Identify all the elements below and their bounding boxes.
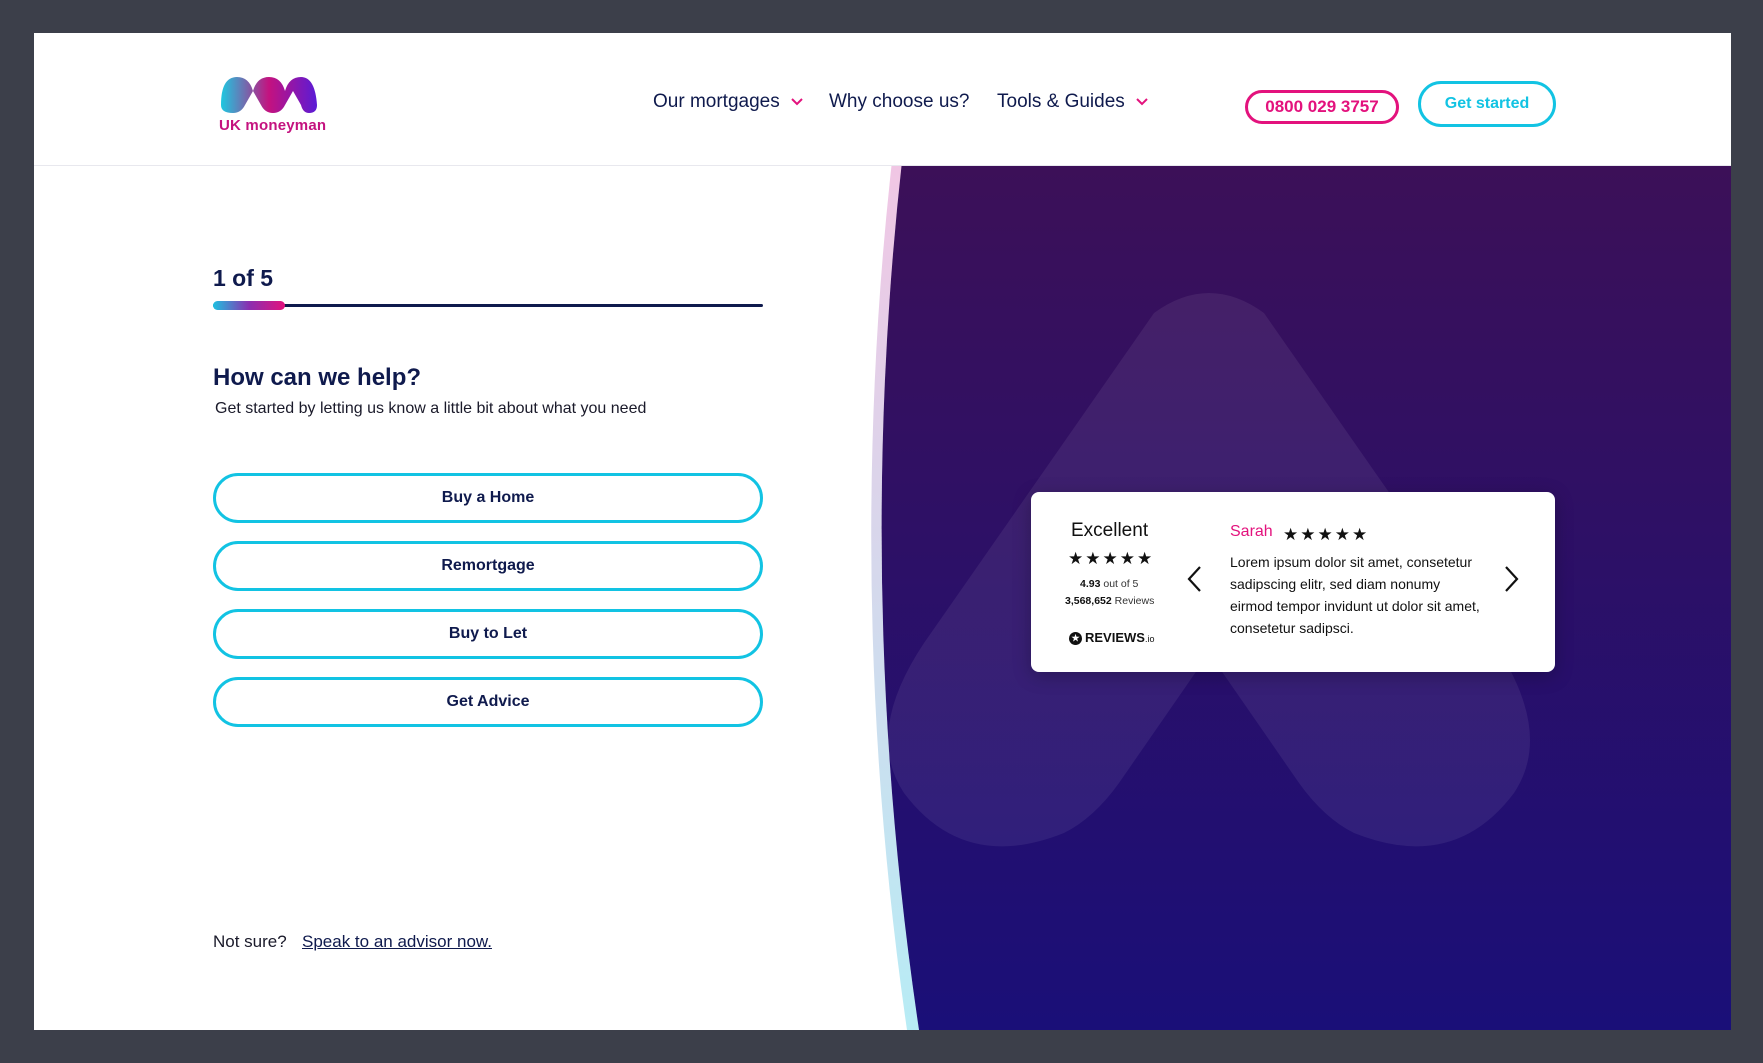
option-get-advice[interactable]: Get Advice — [213, 677, 763, 727]
provider-name: REVIEWS — [1085, 630, 1145, 645]
logo-text: UK moneyman — [219, 117, 327, 134]
chevron-left-icon[interactable] — [1185, 564, 1205, 594]
reviewer-name: Sarah — [1230, 523, 1273, 540]
rating-stars: ★★★★★ — [1068, 549, 1154, 569]
star-icon: ★ — [1352, 525, 1370, 544]
option-remortgage[interactable]: Remortgage — [213, 541, 763, 591]
reviews-io-logo[interactable]: ★ REVIEWS.io — [1069, 630, 1155, 646]
chevron-down-icon — [791, 98, 803, 106]
page-title: How can we help? — [213, 364, 422, 391]
rating-label: Excellent — [1071, 520, 1149, 541]
option-buy-to-let[interactable]: Buy to Let — [213, 609, 763, 659]
not-sure-text: Not sure? — [213, 932, 287, 951]
chevron-down-icon — [1136, 98, 1148, 106]
nav-label: Tools & Guides — [997, 91, 1125, 112]
page-subtitle: Get started by letting us know a little … — [215, 400, 647, 417]
reviews-logo-icon: ★ — [1069, 632, 1082, 646]
star-icon: ★ — [1085, 549, 1103, 568]
browser-viewport: UK moneyman Our mortgages Why choose us?… — [34, 33, 1731, 1030]
count-suffix: Reviews — [1114, 595, 1155, 607]
step-indicator: 1 of 5 — [213, 265, 274, 291]
provider-suffix: .io — [1144, 634, 1155, 644]
rating-score: 4.93 out of 5 — [1080, 578, 1138, 590]
score-suffix: out of 5 — [1103, 578, 1139, 590]
star-icon: ★ — [1119, 549, 1137, 568]
star-icon: ★ — [1300, 525, 1318, 544]
score-value: 4.93 — [1080, 578, 1101, 590]
review-text: Lorem ipsum dolor sit amet, consetetur s… — [1230, 554, 1480, 636]
nav-why-choose-us[interactable]: Why choose us? — [829, 91, 969, 113]
chevron-right-icon[interactable] — [1501, 564, 1521, 594]
star-icon: ★ — [1334, 525, 1352, 544]
star-icon: ★ — [1068, 549, 1086, 568]
progress-track — [213, 304, 763, 307]
progress-fill — [213, 301, 285, 310]
review-count: 3,568,652 Reviews — [1065, 595, 1154, 607]
star-icon: ★ — [1317, 525, 1335, 544]
nav-tools-guides[interactable]: Tools & Guides — [997, 91, 1148, 113]
site-header: UK moneyman Our mortgages Why choose us?… — [34, 33, 1731, 166]
count-value: 3,568,652 — [1065, 595, 1112, 607]
option-buy-a-home[interactable]: Buy a Home — [213, 473, 763, 523]
nav-label: Why choose us? — [829, 91, 970, 112]
review-stars: ★★★★★ — [1283, 525, 1369, 545]
star-icon: ★ — [1283, 525, 1301, 544]
phone-button[interactable]: 0800 029 3757 — [1245, 90, 1399, 124]
nav-label: Our mortgages — [653, 91, 780, 112]
speak-to-advisor-link[interactable]: Speak to an advisor now. — [302, 932, 492, 952]
nav-our-mortgages[interactable]: Our mortgages — [653, 91, 803, 113]
star-icon: ★ — [1137, 549, 1155, 568]
get-started-button[interactable]: Get started — [1418, 81, 1556, 127]
star-icon: ★ — [1102, 549, 1120, 568]
review-widget: Excellent ★★★★★ 4.93 out of 5 3,568,652 … — [1031, 492, 1555, 672]
